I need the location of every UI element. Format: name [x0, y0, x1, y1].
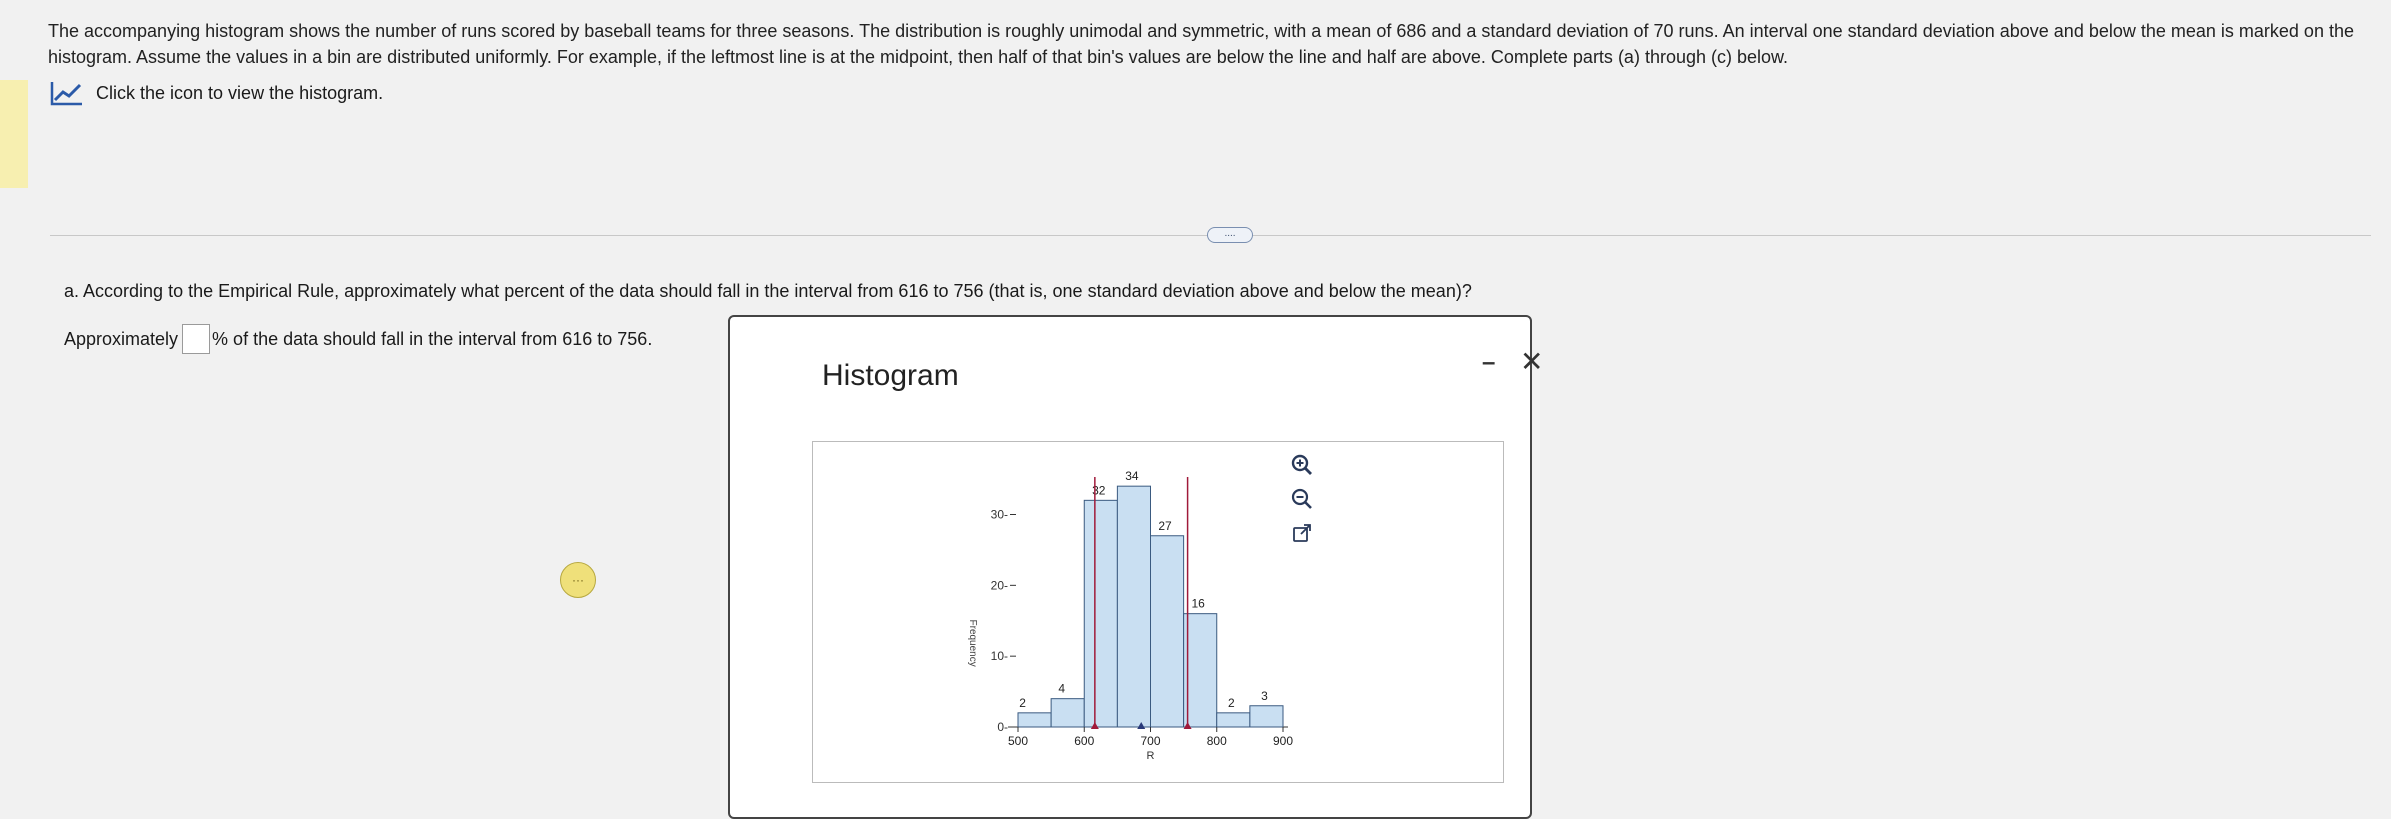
- bar-value-label: 2: [1228, 696, 1235, 710]
- percent-answer-input[interactable]: [182, 324, 211, 354]
- y-tick-label: 30-: [991, 508, 1008, 522]
- y-tick-label: 20-: [991, 578, 1008, 592]
- histogram-dialog: Histogram – ✕ 0- 10- 20- 30- Frequency 2 4 3 2 34…: [728, 315, 1543, 819]
- help-hint-icon[interactable]: ···: [560, 562, 596, 598]
- histogram-chart: 0- 10- 20- 30- Frequency 2 4 32 34 27 16 2 3 500 600 70…: [812, 441, 1504, 783]
- x-tick-label: 800: [1207, 734, 1227, 748]
- histogram-bar: [1249, 705, 1284, 728]
- y-tick-label: 10-: [991, 649, 1008, 663]
- histogram-bar: [1116, 485, 1151, 728]
- histogram-svg: 0-10-20-30-Frequency243234271623500 600 70…: [967, 469, 1293, 762]
- histogram-bar: [1216, 712, 1251, 728]
- histogram-bar: [1150, 535, 1185, 728]
- zoom-out-icon[interactable]: [1287, 484, 1317, 514]
- x-tick-label: 500: [1008, 734, 1028, 748]
- close-button[interactable]: ✕: [1520, 345, 1543, 378]
- question-a: a. According to the Empirical Rule, appr…: [64, 281, 1472, 301]
- bar-value-label: 4: [1058, 682, 1065, 696]
- x-tick-label: 700: [1140, 734, 1160, 748]
- expand-more-button[interactable]: ....: [1207, 227, 1253, 243]
- histogram-bar: [1083, 499, 1118, 728]
- view-histogram-label[interactable]: Click the icon to view the histogram.: [96, 83, 383, 104]
- left-accent-strip: [0, 80, 28, 188]
- problem-intro: The accompanying histogram shows the num…: [48, 21, 2354, 67]
- x-tick-label: 900: [1273, 734, 1293, 748]
- histogram-bar: [1050, 698, 1085, 728]
- y-axis-label: Frequency: [967, 620, 978, 667]
- bar-value-label: 3: [1261, 689, 1268, 703]
- bar-value-label: 27: [1158, 519, 1172, 533]
- x-tick-label: 600: [1074, 734, 1094, 748]
- x-axis-label: R: [1147, 750, 1155, 762]
- zoom-in-icon[interactable]: [1287, 450, 1317, 480]
- bar-value-label: 16: [1192, 597, 1206, 611]
- pop-out-icon[interactable]: [1287, 518, 1317, 548]
- view-histogram-link[interactable]: Click the icon to view the histogram.: [50, 80, 383, 106]
- minimize-button[interactable]: –: [1482, 349, 1495, 377]
- answer-line: Approximately % of the data should fall …: [64, 324, 652, 354]
- histogram-bar: [1017, 712, 1052, 728]
- bar-value-label: 2: [1019, 696, 1026, 710]
- chart-icon[interactable]: [50, 80, 84, 106]
- bar-value-label: 34: [1125, 469, 1139, 483]
- y-tick-label: 0-: [997, 720, 1008, 734]
- answer-prefix: Approximately: [64, 328, 179, 349]
- answer-suffix: % of the data should fall in the interva…: [212, 328, 653, 349]
- dialog-title: Histogram: [822, 359, 959, 392]
- histogram-bar: [1183, 613, 1218, 728]
